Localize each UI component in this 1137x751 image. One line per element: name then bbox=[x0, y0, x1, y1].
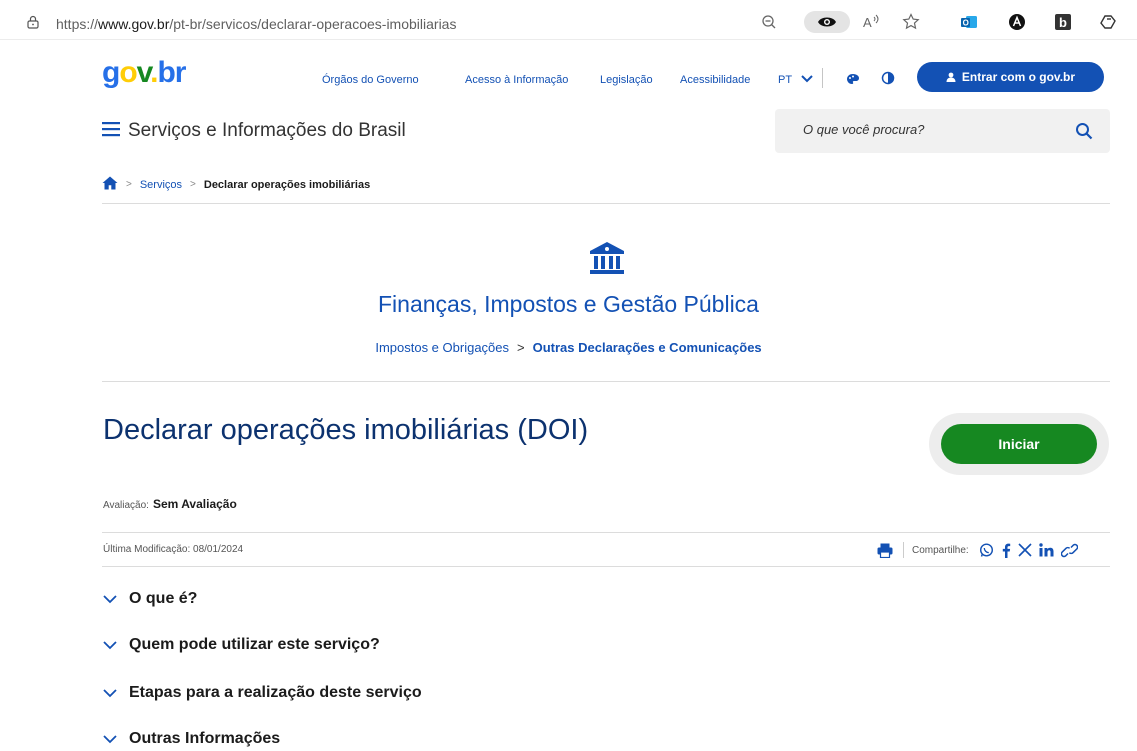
chevron-down-icon bbox=[103, 594, 117, 603]
accordion-label: Etapas para a realização deste serviço bbox=[129, 684, 422, 701]
eye-icon[interactable] bbox=[804, 11, 850, 33]
favorite-star-icon[interactable] bbox=[900, 11, 922, 33]
breadcrumb-current: Declarar operações imobiliárias bbox=[203, 178, 371, 191]
svg-text:O: O bbox=[963, 19, 969, 28]
start-button[interactable]: Iniciar bbox=[941, 424, 1097, 464]
search-icon[interactable] bbox=[1073, 120, 1095, 142]
search-box bbox=[775, 109, 1110, 153]
chevron-down-icon bbox=[103, 640, 117, 649]
url-path: /pt-br/servicos/declarar-operacoes-imobi… bbox=[169, 16, 457, 32]
url-prefix: https:// bbox=[56, 16, 99, 32]
accordion-o-que-e[interactable]: O que é? bbox=[103, 590, 197, 608]
divider bbox=[102, 532, 1110, 533]
page-title: Declarar operações imobiliárias (DOI) bbox=[103, 414, 589, 446]
share-divider bbox=[903, 542, 904, 558]
last-modified: Última Modificação: 08/01/2024 bbox=[103, 544, 244, 555]
facebook-icon[interactable] bbox=[1001, 541, 1011, 559]
logo-letter: g bbox=[102, 56, 120, 89]
breadcrumb: > Serviços > Declarar operações imobiliá… bbox=[102, 176, 370, 193]
language-selector[interactable]: PT bbox=[778, 74, 813, 86]
search-input[interactable] bbox=[803, 122, 1063, 137]
copilot-icon[interactable] bbox=[1098, 11, 1120, 33]
lock-icon[interactable] bbox=[26, 15, 40, 34]
logo-letter: br bbox=[157, 56, 186, 89]
category-separator: > bbox=[517, 340, 525, 355]
logo-letter: o bbox=[119, 56, 137, 89]
accordion-quem-pode-utilizar[interactable]: Quem pode utilizar este serviço? bbox=[103, 636, 380, 654]
outlook-icon[interactable]: O bbox=[958, 11, 980, 33]
nav-divider bbox=[822, 68, 823, 88]
accordion-label: Outras Informações bbox=[129, 730, 281, 747]
home-icon[interactable] bbox=[102, 176, 118, 193]
bank-icon bbox=[588, 240, 626, 281]
chevron-down-icon bbox=[103, 734, 117, 743]
nav-acessibilidade[interactable]: Acessibilidade bbox=[680, 74, 750, 86]
nav-acesso-informacao[interactable]: Acesso à Informação bbox=[465, 74, 568, 86]
category-current[interactable]: Outras Declarações e Comunicações bbox=[533, 340, 762, 355]
category-breadcrumb: Impostos e Obrigações > Outras Declarações… bbox=[0, 340, 1137, 355]
read-aloud-icon[interactable]: A bbox=[860, 11, 882, 33]
nav-legislacao[interactable]: Legislação bbox=[600, 74, 653, 86]
language-label: PT bbox=[778, 74, 792, 86]
linkedin-icon[interactable] bbox=[1039, 541, 1054, 559]
chevron-down-icon bbox=[103, 688, 117, 697]
divider bbox=[102, 566, 1110, 567]
accordion-etapas[interactable]: Etapas para a realização deste serviço bbox=[103, 684, 422, 702]
url-domain: www.gov.br bbox=[98, 16, 170, 32]
accordion-label: Quem pode utilizar este serviço? bbox=[129, 636, 380, 653]
hamburger-menu-icon[interactable] bbox=[102, 121, 120, 142]
svg-text:A: A bbox=[863, 15, 872, 30]
chevron-down-icon bbox=[801, 75, 813, 83]
breadcrumb-servicos[interactable]: Serviços bbox=[140, 179, 182, 191]
rating-value: Sem Avaliação bbox=[152, 497, 237, 511]
copy-link-icon[interactable] bbox=[1060, 541, 1078, 559]
contrast-icon[interactable] bbox=[881, 71, 895, 90]
address-bar[interactable]: https://www.gov.br/pt-br/servicos/declar… bbox=[56, 16, 456, 32]
category-link[interactable]: Impostos e Obrigações bbox=[375, 340, 509, 355]
print-icon[interactable] bbox=[877, 541, 893, 559]
x-twitter-icon[interactable] bbox=[1018, 541, 1032, 559]
extension-a-icon[interactable] bbox=[1006, 11, 1028, 33]
extension-b-icon[interactable]: b bbox=[1052, 11, 1074, 33]
site-title[interactable]: Serviços e Informações do Brasil bbox=[128, 120, 406, 142]
divider bbox=[102, 381, 1110, 382]
login-label: Entrar com o gov.br bbox=[961, 70, 1076, 84]
start-button-wrapper: Iniciar bbox=[929, 413, 1109, 475]
logo-letter: v bbox=[136, 56, 152, 89]
rating: Avaliação: Sem Avaliação bbox=[103, 497, 237, 511]
share-bar: Compartilhe: bbox=[877, 540, 1085, 560]
user-icon bbox=[946, 72, 956, 82]
govbr-logo[interactable]: gov.br bbox=[102, 56, 186, 89]
nav-orgaos-governo[interactable]: Órgãos do Governo bbox=[322, 74, 419, 86]
accordion-outras-informacoes[interactable]: Outras Informações bbox=[103, 730, 280, 748]
svg-text:b: b bbox=[1059, 15, 1067, 30]
share-label: Compartilhe: bbox=[912, 544, 969, 556]
divider bbox=[102, 203, 1110, 204]
rating-label: Avaliação: bbox=[103, 500, 149, 511]
breadcrumb-separator: > bbox=[190, 179, 196, 190]
zoom-out-icon[interactable] bbox=[758, 11, 780, 33]
browser-toolbar: https://www.gov.br/pt-br/servicos/declar… bbox=[0, 0, 1137, 40]
whatsapp-icon[interactable] bbox=[979, 541, 994, 559]
accordion-label: O que é? bbox=[129, 590, 198, 607]
breadcrumb-separator: > bbox=[126, 179, 132, 190]
color-palette-icon[interactable] bbox=[846, 72, 860, 90]
category-title[interactable]: Finanças, Impostos e Gestão Pública bbox=[0, 291, 1137, 318]
login-button[interactable]: Entrar com o gov.br bbox=[917, 62, 1104, 92]
